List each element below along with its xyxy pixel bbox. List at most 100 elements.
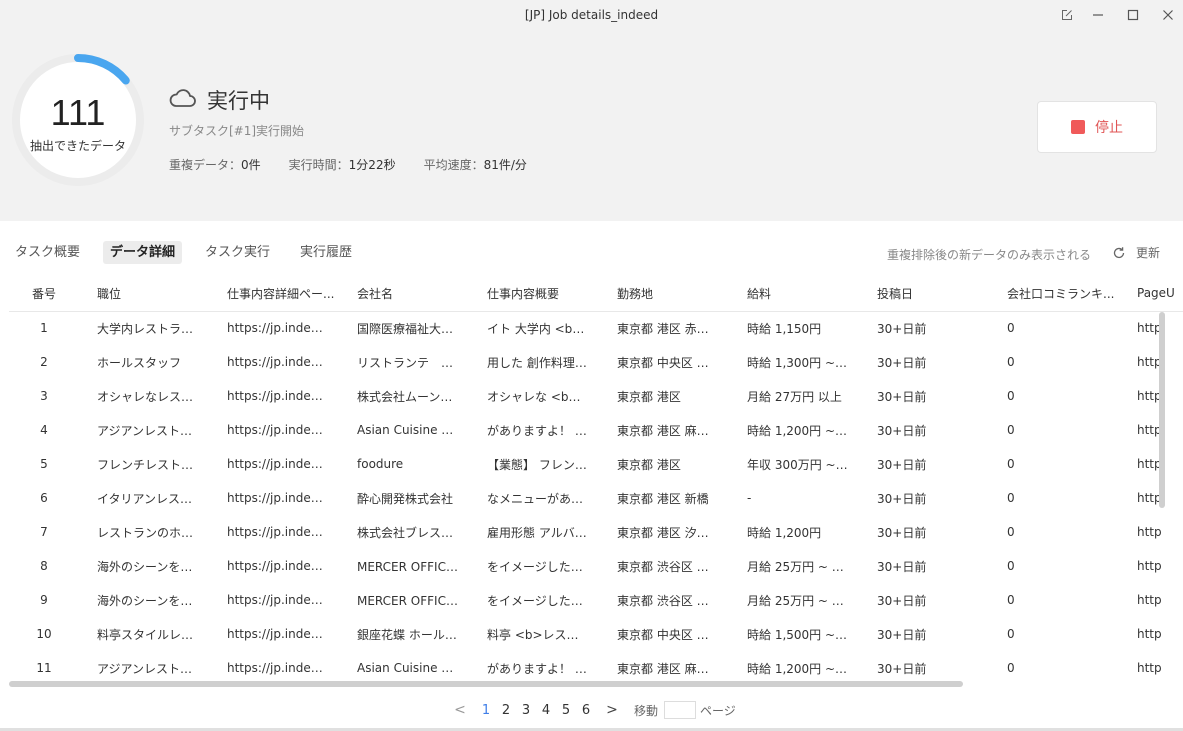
table-row[interactable]: 8 海外のシーンをイ... https://jp.indeed.c... MERCER… xyxy=(9,549,1183,583)
table-cell: 月給 25万円 ~ 50... xyxy=(747,559,859,574)
table-cell: 時給 1,150円 xyxy=(747,321,822,336)
table-row[interactable]: 3 オシャレなレスト... https://jp.indeed.c... 株式会社ムー… xyxy=(9,379,1183,413)
table-cell: http xyxy=(1137,593,1162,607)
table-cell: 株式会社ブレスゲ... xyxy=(357,525,465,540)
table-cell: 3 xyxy=(40,389,48,403)
stop-button-label: 停止 xyxy=(1095,120,1123,136)
column-header[interactable]: 仕事内容概要 xyxy=(469,276,599,312)
table-cell: 30+日前 xyxy=(877,593,927,608)
table-cell: レストランのホー... xyxy=(97,525,205,540)
tab-run-history[interactable]: 実行履歴 xyxy=(293,241,359,264)
table-cell: 時給 1,200円 xyxy=(747,525,822,540)
page-number-button[interactable]: 6 xyxy=(576,703,596,718)
table-cell: 8 xyxy=(40,559,48,573)
horizontal-scrollbar[interactable] xyxy=(9,681,963,687)
table-cell: 0 xyxy=(1007,457,1015,471)
table-cell: ホールスタッフ xyxy=(97,355,182,370)
table-cell: https://jp.indeed.c... xyxy=(227,627,339,641)
table-cell: 料亭 <b>レストラ... xyxy=(487,627,599,642)
table-cell: 雇用形態 アルバイ... xyxy=(487,525,599,540)
table-cell: オシャレな <b>レ... xyxy=(487,389,599,404)
table-cell: https://jp.indeed.c... xyxy=(227,491,339,505)
table-row[interactable]: 11 アジアンレストラ... https://jp.indeed.c... Asian… xyxy=(9,651,1183,680)
table-cell: 月給 27万円 以上 xyxy=(747,389,842,404)
table-cell: 7 xyxy=(40,525,48,539)
tab-task-overview[interactable]: タスク概要 xyxy=(8,241,87,264)
column-header[interactable]: 番号 xyxy=(9,276,79,312)
goto-page-input[interactable] xyxy=(664,701,697,719)
column-header[interactable]: 会社名 xyxy=(339,276,469,312)
page-number-button[interactable]: 3 xyxy=(516,703,536,718)
pagination: < 123456 > 移動 ページ xyxy=(450,700,736,720)
run-stats: 重複データ：0件 実行時間：1分22秒 平均速度：81件/分 xyxy=(169,156,527,173)
table-cell: http xyxy=(1137,661,1162,675)
table-body: 1 大学内レストラン... https://jp.indeed.c... 国際医療福祉… xyxy=(9,311,1183,680)
edit-window-icon[interactable] xyxy=(1052,4,1082,26)
table-cell: https://jp.indeed.c... xyxy=(227,389,339,403)
next-page-button[interactable]: > xyxy=(602,702,622,718)
table-cell: https://jp.indeed.c... xyxy=(227,525,339,539)
table-cell: http xyxy=(1137,491,1162,505)
column-header[interactable]: 仕事内容詳細ペー... xyxy=(209,276,339,312)
table-cell: 東京都 渋谷区 神... xyxy=(617,559,721,574)
table-cell: 0 xyxy=(1007,525,1015,539)
table-cell: https://jp.indeed.c... xyxy=(227,321,339,336)
maximize-icon[interactable] xyxy=(1118,4,1148,26)
table-cell: 大学内レストラン... xyxy=(97,321,205,336)
table-cell: 1 xyxy=(40,321,48,336)
table-cell: 0 xyxy=(1007,593,1015,607)
table-cell: 時給 1,200円 ~ 2,0... xyxy=(747,661,859,676)
table-cell: 10 xyxy=(36,627,52,641)
table-row[interactable]: 7 レストランのホー... https://jp.indeed.c... 株式会社ブレ… xyxy=(9,515,1183,549)
table-row[interactable]: 10 料亭スタイルレス... https://jp.indeed.c... 銀座花蝶 … xyxy=(9,617,1183,651)
refresh-button[interactable]: 更新 xyxy=(1112,244,1160,261)
column-header[interactable]: PageU xyxy=(1119,276,1183,312)
close-icon[interactable] xyxy=(1153,4,1183,26)
table-cell: 年収 300万円 ~ 60... xyxy=(747,457,859,472)
prev-page-button[interactable]: < xyxy=(450,702,470,718)
table-row[interactable]: 6 イタリアンレスト... https://jp.indeed.c... 酔心開発株式… xyxy=(9,481,1183,515)
page-number-button[interactable]: 2 xyxy=(496,703,516,718)
column-header[interactable]: 投稿日 xyxy=(859,276,989,312)
page-number-button[interactable]: 4 xyxy=(536,703,556,718)
table-cell: 0 xyxy=(1007,423,1015,437)
column-header[interactable]: 職位 xyxy=(79,276,209,312)
table-cell: 0 xyxy=(1007,491,1015,505)
page-number-button[interactable]: 5 xyxy=(556,703,576,718)
table-cell: イタリアンレスト... xyxy=(97,491,204,506)
table-cell: 料亭スタイルレス... xyxy=(97,627,205,642)
table-cell: https://jp.indeed.c... xyxy=(227,661,339,675)
page-number-button[interactable]: 1 xyxy=(476,703,496,718)
table-cell: 月給 25万円 ~ 50... xyxy=(747,593,859,608)
table-cell: 【業態】 フレンチ... xyxy=(487,457,599,472)
table-cell: 東京都 港区 赤坂... xyxy=(617,321,721,336)
tab-task-run[interactable]: タスク実行 xyxy=(198,241,277,264)
table-cell: アジアンレストラ... xyxy=(97,423,204,438)
table-cell: 0 xyxy=(1007,559,1015,573)
vertical-scrollbar[interactable] xyxy=(1159,312,1165,508)
extracted-count: 111 xyxy=(50,92,106,133)
column-header[interactable]: 給料 xyxy=(729,276,859,312)
window-title: [JP] Job details_indeed xyxy=(524,8,659,22)
goto-label: 移動 xyxy=(634,703,659,718)
table-row[interactable]: 2 ホールスタッフ https://jp.indeed.c... リストランテ ゴ..… xyxy=(9,345,1183,379)
table-row[interactable]: 4 アジアンレストラ... https://jp.indeed.c... Asian … xyxy=(9,413,1183,447)
table-cell: 時給 1,500円 ~ 1,8... xyxy=(747,627,859,642)
table-row[interactable]: 1 大学内レストラン... https://jp.indeed.c... 国際医療福祉… xyxy=(9,311,1183,345)
tab-data-details[interactable]: データ詳細 xyxy=(103,241,183,264)
table-cell: 酔心開発株式会社 xyxy=(357,491,454,506)
minimize-icon[interactable] xyxy=(1083,4,1113,26)
table-cell: Asian Cuisine A.O.C xyxy=(357,423,469,437)
table-cell: 2 xyxy=(40,355,48,369)
column-header[interactable]: 勤務地 xyxy=(599,276,729,312)
table-cell: 30+日前 xyxy=(877,389,927,404)
table-cell: 時給 1,200円 ~ 2,0... xyxy=(747,423,859,438)
tab-bar: タスク概要 データ詳細 タスク実行 実行履歴 xyxy=(8,241,359,265)
table-cell: http xyxy=(1137,627,1162,641)
table-row[interactable]: 9 海外のシーンをイ... https://jp.indeed.c... MERCER… xyxy=(9,583,1183,617)
table-cell: アジアンレストラ... xyxy=(97,661,204,676)
column-header[interactable]: 会社口コミランキ... xyxy=(989,276,1119,312)
table-row[interactable]: 5 フレンチレストラ... https://jp.indeed.c... foodur… xyxy=(9,447,1183,481)
table-cell: http xyxy=(1137,423,1162,437)
stop-button[interactable]: 停止 xyxy=(1037,101,1157,153)
